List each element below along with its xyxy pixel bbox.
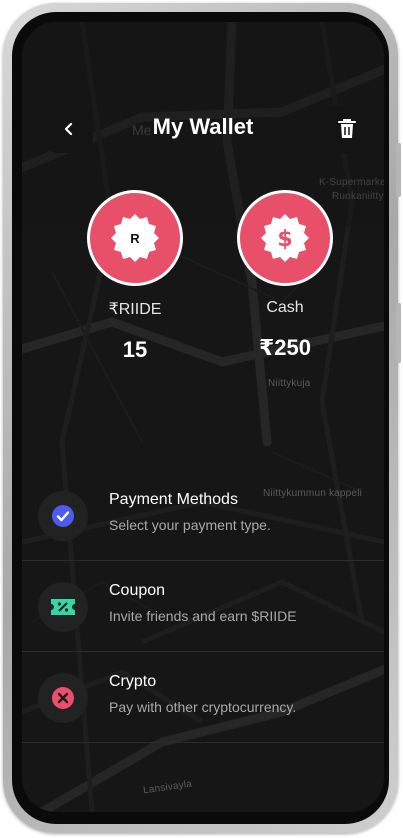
cash-balance-value: ₹250 (258, 335, 311, 360)
menu-item-subtitle: Select your payment type. (109, 517, 271, 533)
cash-balance-card[interactable]: $ Cash ₹250 (237, 190, 333, 361)
payment-methods-icon-wrap (38, 491, 88, 541)
dollar-coin-icon: $ (261, 214, 309, 262)
riide-balance-value: 15 (122, 337, 148, 362)
check-circle-icon (52, 505, 74, 527)
menu-item-title: Coupon (109, 582, 166, 599)
x-circle-icon (52, 687, 74, 709)
power-button (396, 303, 401, 363)
map-label: Niittykuja (268, 378, 311, 389)
riide-balance-card[interactable]: R ₹RIIDE 15 (87, 190, 183, 363)
menu-item-subtitle: Invite friends and earn $RIIDE (109, 608, 297, 624)
svg-text:$: $ (277, 227, 292, 252)
app-screen: K-Supermarket Ruokaniitty Niittykuja Nii… (22, 22, 384, 812)
menu-item-title: Payment Methods (109, 491, 238, 508)
riide-coin-letter: R (130, 230, 140, 246)
menu-item-subtitle: Pay with other cryptocurrency. (109, 699, 297, 715)
delete-button[interactable] (323, 105, 371, 153)
wallet-menu: Payment Methods Select your payment type… (22, 470, 384, 743)
menu-item-payment-methods[interactable]: Payment Methods Select your payment type… (22, 470, 384, 561)
volume-button (396, 143, 401, 197)
ticket-percent-icon (51, 599, 75, 615)
crypto-icon-wrap (38, 673, 88, 723)
riide-coin: R (87, 190, 183, 286)
trash-icon (338, 119, 356, 138)
riide-balance-label: ₹RIIDE (108, 301, 162, 318)
cash-balance-label: Cash (266, 299, 304, 316)
cash-coin: $ (237, 190, 333, 286)
menu-item-crypto[interactable]: Crypto Pay with other cryptocurrency. (22, 652, 384, 743)
coupon-icon-wrap (38, 582, 88, 632)
menu-item-title: Crypto (109, 673, 157, 690)
menu-item-coupon[interactable]: Coupon Invite friends and earn $RIIDE (22, 561, 384, 652)
